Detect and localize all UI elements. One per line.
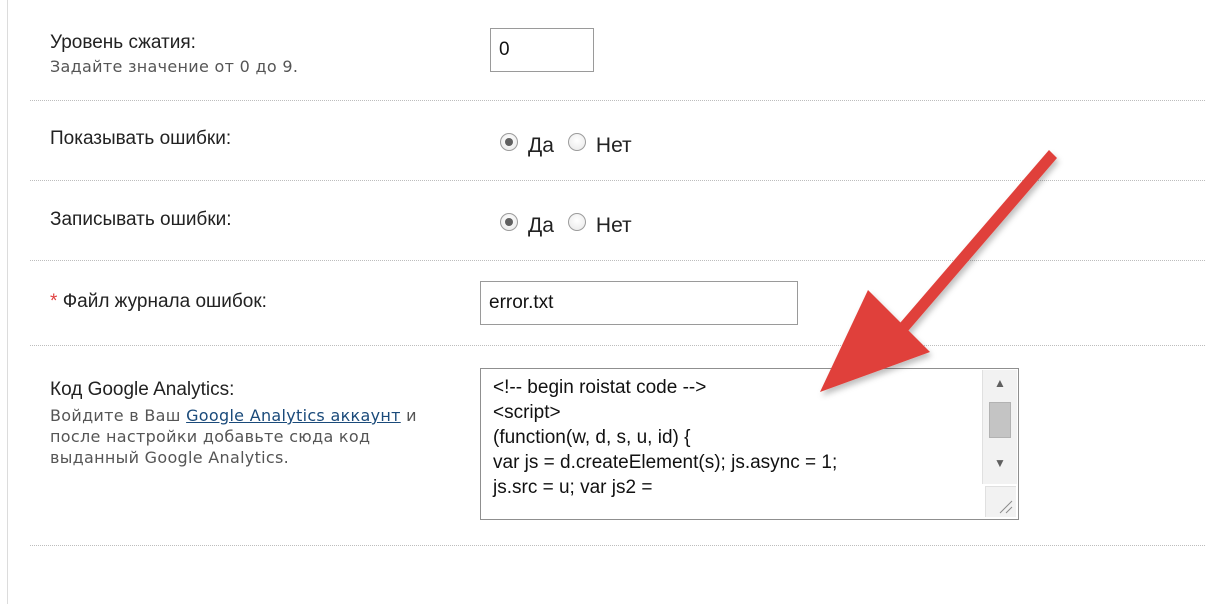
scroll-thumb[interactable] (989, 402, 1011, 438)
settings-form: Уровень сжатия: Задайте значение от 0 до… (0, 0, 1205, 604)
google-analytics-code-textarea[interactable]: <!-- begin roistat code --> <script> (fu… (480, 368, 1019, 520)
error-log-file-label: * Файл журнала ошибок: (50, 291, 267, 313)
code-line: js.src = u; var js2 = (493, 477, 653, 498)
log-errors-radio-group: Да Нет (500, 210, 646, 237)
compression-input[interactable] (490, 28, 594, 72)
left-border (7, 0, 8, 604)
log-errors-yes-radio[interactable] (500, 213, 518, 231)
code-line: var js = d.createElement(s); js.async = … (493, 452, 838, 473)
code-line: <script> (493, 402, 561, 423)
code-line: <!-- begin roistat code --> (493, 377, 707, 398)
google-analytics-label: Код Google Analytics: (50, 379, 235, 400)
show-errors-yes-label: Да (528, 134, 554, 157)
show-errors-radio-group: Да Нет (500, 130, 646, 157)
google-analytics-account-link[interactable]: Google Analytics аккаунт (186, 406, 401, 425)
divider (30, 100, 1205, 101)
show-errors-no-radio[interactable] (567, 133, 586, 151)
hint-prefix: Войдите в Ваш (50, 406, 187, 425)
required-mark: * (50, 291, 58, 312)
compression-label: Уровень сжатия: (50, 32, 196, 53)
compression-hint: Задайте значение от 0 до 9. (50, 57, 299, 76)
error-log-file-text: Файл журнала ошибок: (62, 291, 267, 312)
resize-grip-icon[interactable] (985, 486, 1016, 517)
log-errors-no-label: Нет (595, 214, 632, 237)
code-content[interactable]: <!-- begin roistat code --> <script> (fu… (493, 375, 978, 500)
show-errors-label: Показывать ошибки: (50, 128, 232, 149)
divider (30, 260, 1205, 261)
log-errors-label: Записывать ошибки: (50, 209, 232, 230)
error-log-file-input[interactable] (480, 281, 798, 325)
textarea-scrollbar[interactable]: ▲ ▼ (982, 370, 1017, 484)
divider (30, 545, 1205, 546)
scroll-up-icon[interactable]: ▲ (983, 372, 1017, 394)
log-errors-no-radio[interactable] (567, 213, 586, 231)
divider (30, 180, 1205, 181)
show-errors-no-label: Нет (595, 134, 632, 157)
scroll-down-icon[interactable]: ▼ (983, 452, 1017, 474)
divider (30, 345, 1205, 346)
show-errors-yes-radio[interactable] (500, 133, 518, 151)
code-line: (function(w, d, s, u, id) { (493, 427, 691, 448)
log-errors-yes-label: Да (528, 214, 554, 237)
google-analytics-hint: Войдите в Ваш Google Analytics аккаунт и… (50, 405, 440, 468)
